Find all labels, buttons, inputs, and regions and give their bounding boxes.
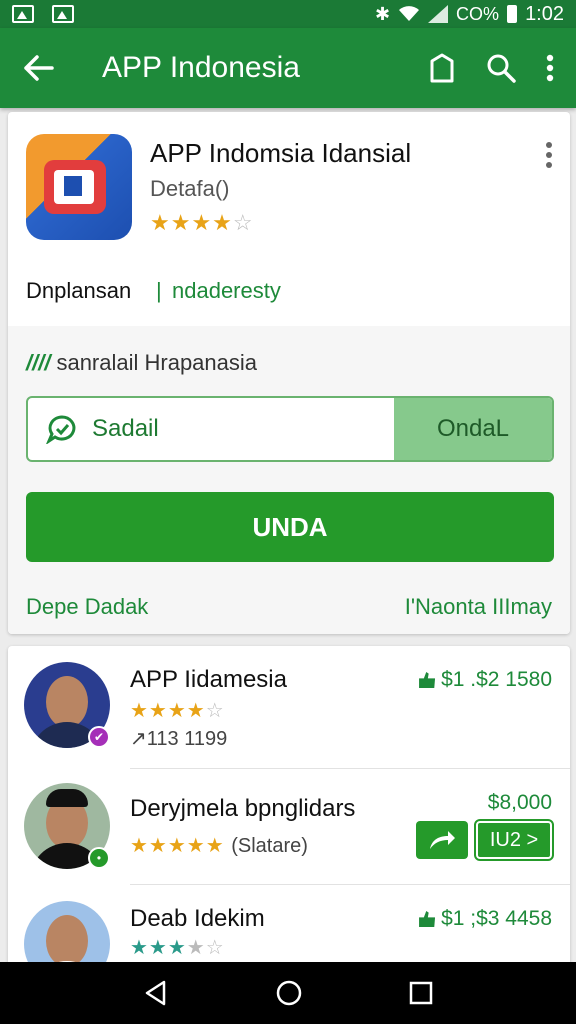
meta-developer: Dnplansan [26,278,132,303]
list-item-stars: ★★★★★ (Slatare) [130,835,308,857]
search-input[interactable]: Sadail [92,415,159,443]
list-item-count: ↗113 1199 [130,728,228,750]
app-bar-title: APP Indonesia [102,51,300,84]
wifi-icon [399,6,420,21]
share-button[interactable] [416,821,468,859]
app-list-card: ✔ APP Iidamesia ★★★★☆ ↗113 1199 $1 .$2 1… [8,646,570,966]
image-notification-icon [52,5,74,23]
app-detail-card: APP Indomsia Idansial Detafa() ★★★★☆ Dnp… [8,112,570,634]
app-bar: APP Indonesia [0,28,576,108]
install-button[interactable]: IU2 > [474,819,554,861]
list-item-price: $1 .$2 1580 [419,668,552,692]
search-submit-button[interactable]: OndaL [394,398,552,460]
list-item-price: $1 ;$3 4458 [419,907,552,931]
list-item[interactable]: • Deryjmela bpnglidars ★★★★★ (Slatare) $… [8,769,570,884]
list-item[interactable]: Deab Idekim ★★★★☆ $1 ;$3 4458 [8,885,570,966]
verified-badge-icon: ✔ [88,726,110,748]
list-item-stars: ★★★★☆ [130,937,225,959]
nav-recents-icon[interactable] [408,980,434,1006]
list-item-price: $8,000 [487,791,552,814]
thumbs-up-icon [419,672,436,688]
share-arrow-icon [430,831,455,849]
status-bar: ✱ CO% 1:02 [0,0,576,28]
back-button[interactable] [0,55,78,81]
avatar [24,901,110,966]
card-more-icon[interactable] [546,142,552,172]
bookmark-icon[interactable] [428,53,456,83]
list-item-title: Deab Idekim [130,905,265,932]
clock: 1:02 [525,2,564,25]
system-nav-bar [0,962,576,1024]
app-icon[interactable] [26,134,132,240]
section-mark: //// [26,350,51,375]
section-label-text: sanralail Hrapanasia [56,350,258,375]
app-title: APP Indomsia Idansial [150,138,412,168]
meta-separator: | [156,278,162,303]
nav-back-icon[interactable] [142,979,170,1007]
arrow-left-icon [24,55,54,81]
list-item[interactable]: ✔ APP Iidamesia ★★★★☆ ↗113 1199 $1 .$2 1… [8,646,570,768]
battery-percent: CO% [456,3,500,24]
thumbs-up-icon [419,911,436,927]
online-badge-icon: • [88,847,110,869]
list-item-title: APP Iidamesia [130,666,287,693]
section-label: //// sanralail Hrapanasia [26,350,257,376]
link-details[interactable]: Depe Dadak [26,594,148,620]
list-item-stars: ★★★★☆ [130,700,225,722]
link-more[interactable]: I'Naonta IIImay [405,594,552,620]
search-field[interactable]: Sadail OndaL [26,396,554,462]
app-subtitle: Detafa() [150,176,230,201]
list-item-title: Deryjmela bpnglidars [130,795,356,822]
app-rating-stars: ★★★★☆ [150,210,254,235]
nav-home-icon[interactable] [275,979,303,1007]
gallery-notification-icon [12,5,34,23]
search-icon[interactable] [486,53,516,83]
meta-category-link[interactable]: ndaderesty [172,278,281,304]
battery-icon [507,5,518,23]
bluetooth-icon: ✱ [374,3,391,24]
signal-icon [428,5,449,23]
action-section: //// sanralail Hrapanasia Sadail OndaL U… [8,326,570,634]
primary-action-button[interactable]: UNDA [26,492,554,562]
chat-bubble-icon [46,415,76,444]
more-vert-icon[interactable] [546,54,554,82]
